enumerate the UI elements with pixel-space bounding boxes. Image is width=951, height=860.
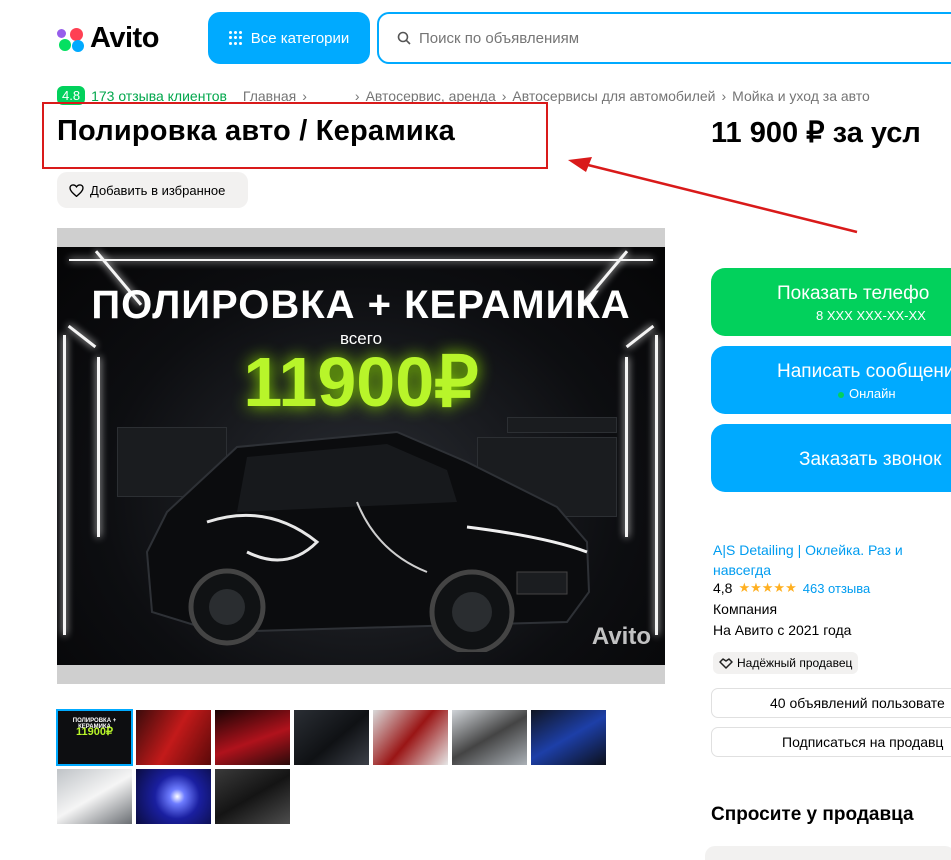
thumbnail-6[interactable] <box>452 710 527 765</box>
avito-watermark: Avito <box>591 623 651 650</box>
heart-icon <box>69 183 84 197</box>
trusted-seller-label: Надёжный продавец <box>737 656 853 670</box>
annotation-highlight-box <box>42 102 548 169</box>
trusted-seller-badge[interactable]: Надёжный продавец <box>713 652 859 674</box>
breadcrumb-separator: › <box>721 87 727 104</box>
thumbnail-5[interactable] <box>373 710 448 765</box>
thumbnail-2[interactable] <box>136 710 211 765</box>
search-icon <box>397 31 411 45</box>
thumbnail-promo-price: 11900₽ <box>76 726 113 738</box>
thumbnail-gallery: ПОЛИРОВКА + КЕРАМИКА 11900₽ <box>56 709 617 824</box>
ask-seller-heading: Спросите у продавца <box>711 804 914 825</box>
subscribe-seller-button[interactable]: Подписаться на продавц <box>711 727 951 757</box>
car-illustration <box>145 430 591 652</box>
listing-price: 11 900 ₽ за усл <box>711 117 921 149</box>
seller-ads-label: 40 объявлений пользовате <box>770 695 945 711</box>
add-to-favorites-label: Добавить в избранное <box>90 182 226 198</box>
online-dot-icon <box>838 391 844 398</box>
write-message-button[interactable]: Написать сообщени Онлайн <box>711 346 951 414</box>
all-categories-label: Все категории <box>250 29 350 47</box>
grid-icon <box>228 31 243 45</box>
promo-price: 11900₽ <box>243 343 479 421</box>
seller-ads-button[interactable]: 40 объявлений пользовате <box>711 688 951 718</box>
seller-rating: 4,8 ★★★★★ 463 отзыва <box>713 580 870 596</box>
online-status: Онлайн <box>838 386 896 401</box>
star-rating-icon: ★★★★★ <box>738 580 797 595</box>
show-phone-label: Показать телефо <box>777 283 930 304</box>
add-to-favorites-button[interactable]: Добавить в избранное <box>57 172 248 208</box>
avito-logo[interactable]: Avito <box>57 22 159 55</box>
show-phone-button[interactable]: Показать телефо 8 XXX XXX-XX-XX <box>711 268 951 336</box>
seller-type: Компания <box>713 601 778 617</box>
search-input[interactable] <box>419 29 919 47</box>
search-bar[interactable] <box>377 12 951 64</box>
thumbnail-4[interactable] <box>294 710 369 765</box>
thumbnail-10[interactable] <box>215 769 290 824</box>
thumbnail-8[interactable] <box>57 769 132 824</box>
thumbnail-3[interactable] <box>215 710 290 765</box>
avito-logo-icon <box>57 24 87 54</box>
promo-photo: ПОЛИРОВКА + КЕРАМИКА всего 11900₽ Avito <box>57 247 665 665</box>
ask-seller-panel <box>705 846 951 860</box>
thumbnail-1[interactable]: ПОЛИРОВКА + КЕРАМИКА 11900₽ <box>56 709 133 766</box>
avito-logo-text: Avito <box>90 22 159 54</box>
subscribe-seller-label: Подписаться на продавц <box>782 734 944 750</box>
phone-mask: 8 XXX XXX-XX-XX <box>816 308 926 323</box>
promo-headline: ПОЛИРОВКА + КЕРАМИКА <box>91 283 631 327</box>
thumbnail-9[interactable] <box>136 769 211 824</box>
write-message-label: Написать сообщени <box>777 361 951 382</box>
seller-rating-value: 4,8 <box>713 580 733 596</box>
order-call-label: Заказать звонок <box>799 449 942 470</box>
all-categories-button[interactable]: Все категории <box>208 12 370 64</box>
order-call-button[interactable]: Заказать звонок <box>711 424 951 492</box>
seller-since: На Авито с 2021 года <box>713 622 852 638</box>
breadcrumb-item-car-wash[interactable]: Мойка и уход за авто <box>732 88 870 104</box>
seller-reviews-link[interactable]: 463 отзыва <box>803 581 871 596</box>
seller-name-link[interactable]: A|S Detailing | Оклейка. Раз и навсегда <box>713 540 923 580</box>
thumbnail-7[interactable] <box>531 710 606 765</box>
main-listing-photo[interactable]: ПОЛИРОВКА + КЕРАМИКА всего 11900₽ Avito <box>57 228 665 684</box>
handshake-icon <box>719 658 733 669</box>
